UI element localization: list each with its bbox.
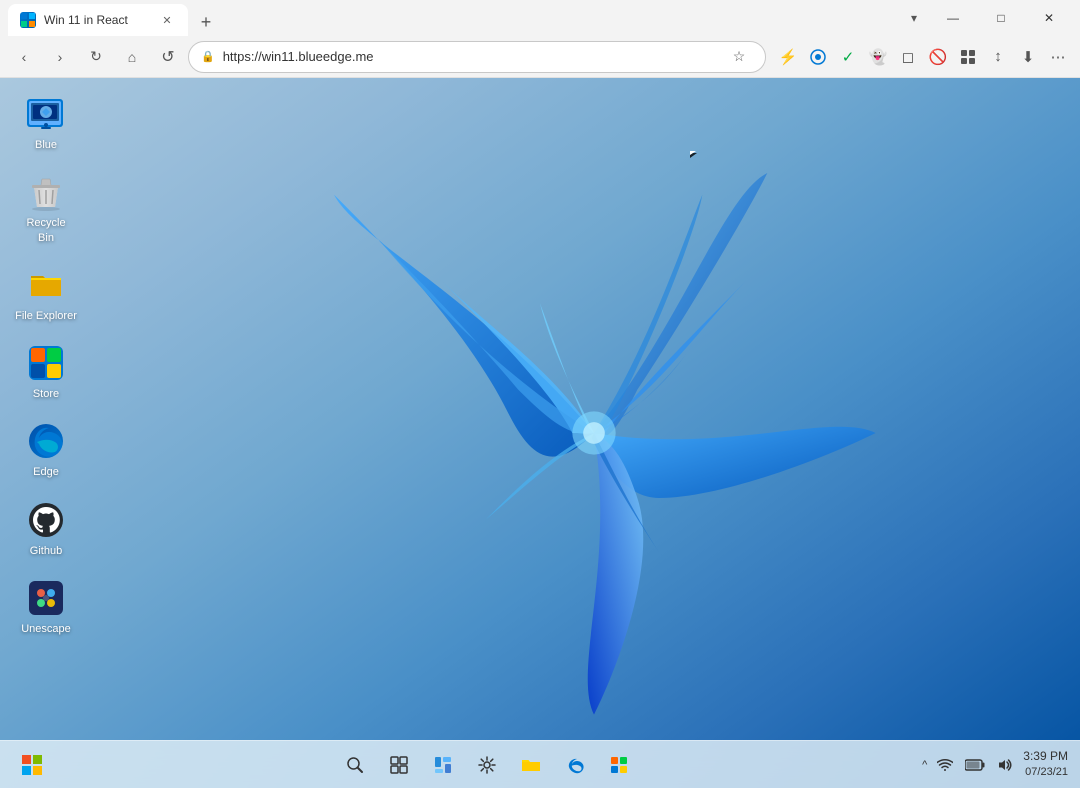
taskbar: ^ xyxy=(0,740,1080,788)
minimize-button[interactable]: — xyxy=(930,2,976,34)
settings-icon xyxy=(478,756,496,774)
tray-chevron-button[interactable]: ^ xyxy=(922,759,927,771)
desktop-icon-edge[interactable]: Edge xyxy=(10,415,82,485)
edge-icon-label: Edge xyxy=(33,465,59,479)
close-button[interactable]: ✕ xyxy=(1026,2,1072,34)
toolbar-lightning-icon[interactable]: ⚡ xyxy=(774,43,802,71)
browser-window: Win 11 in React ✕ + ▾ — □ ✕ ‹ › ↻ ⌂ ↺ 🔒 … xyxy=(0,0,1080,788)
desktop-icon-blue[interactable]: Blue xyxy=(10,88,82,158)
explorer-icon-image xyxy=(26,265,66,305)
file-explorer-taskbar-icon xyxy=(521,756,541,774)
github-icon-label: Github xyxy=(30,544,62,558)
explorer-icon-label: File Explorer xyxy=(15,309,77,323)
tab-title: Win 11 in React xyxy=(44,13,150,27)
volume-tray-icon[interactable] xyxy=(993,753,1017,777)
toolbar-no-icon[interactable]: 🚫 xyxy=(924,43,952,71)
tab-close-button[interactable]: ✕ xyxy=(158,11,176,29)
desktop-icons: Blue Recy xyxy=(10,88,82,642)
active-tab[interactable]: Win 11 in React ✕ xyxy=(8,4,188,36)
toolbar-copilot-icon[interactable] xyxy=(804,43,832,71)
url-text: https://win11.blueedge.me xyxy=(223,49,717,64)
toolbar-menu-button[interactable]: ⋯ xyxy=(1044,43,1072,71)
volume-icon xyxy=(997,758,1013,772)
clock-time: 3:39 PM xyxy=(1023,748,1068,765)
wallpaper-flower xyxy=(269,108,919,758)
desktop-icon-store[interactable]: Store xyxy=(10,337,82,407)
history-back-button[interactable]: ↺ xyxy=(152,41,184,73)
back-button[interactable]: ‹ xyxy=(8,41,40,73)
title-bar: Win 11 in React ✕ + ▾ — □ ✕ xyxy=(0,0,1080,36)
task-view-icon xyxy=(390,756,408,774)
settings-taskbar-button[interactable] xyxy=(467,745,507,785)
maximize-button[interactable]: □ xyxy=(978,2,1024,34)
new-tab-button[interactable]: + xyxy=(192,8,220,36)
toolbar-screenshot-icon[interactable]: ↕ xyxy=(984,43,1012,71)
forward-button[interactable]: › xyxy=(44,41,76,73)
lock-icon: 🔒 xyxy=(201,50,215,63)
store-taskbar-button[interactable] xyxy=(599,745,639,785)
recycle-icon-image xyxy=(26,172,66,212)
desktop-wallpaper: Blue Recy xyxy=(0,78,1080,788)
window-controls: — □ ✕ xyxy=(930,2,1072,34)
recycle-icon-label: Recycle Bin xyxy=(26,216,65,245)
webpage-content: Blue Recy xyxy=(0,78,1080,788)
store-icon-label: Store xyxy=(33,387,59,401)
toolbar-download-icon[interactable]: ⬇ xyxy=(1014,43,1042,71)
toolbar-copy-icon[interactable]: ◻ xyxy=(894,43,922,71)
nav-bar: ‹ › ↻ ⌂ ↺ 🔒 https://win11.blueedge.me ☆ … xyxy=(0,36,1080,78)
tab-favicon xyxy=(20,12,36,28)
toolbar-icons: ⚡ ✓ 👻 ◻ 🚫 ↕ ⬇ ⋯ xyxy=(774,43,1072,71)
tab-bar: Win 11 in React ✕ + xyxy=(8,0,898,36)
search-button[interactable] xyxy=(335,745,375,785)
search-icon xyxy=(346,756,364,774)
widgets-icon xyxy=(434,756,452,774)
mouse-cursor xyxy=(690,153,702,158)
battery-icon xyxy=(965,759,985,771)
reload-button[interactable]: ↻ xyxy=(80,41,112,73)
widgets-button[interactable] xyxy=(423,745,463,785)
system-clock[interactable]: 3:39 PM 07/23/21 xyxy=(1023,748,1068,780)
clock-date: 07/23/21 xyxy=(1023,765,1068,780)
battery-tray-icon[interactable] xyxy=(963,753,987,777)
windows-logo-icon xyxy=(22,755,42,775)
address-bar[interactable]: 🔒 https://win11.blueedge.me ☆ xyxy=(188,41,766,73)
store-taskbar-icon xyxy=(610,756,628,774)
edge-icon-image xyxy=(26,421,66,461)
unescape-icon-label: Unescape xyxy=(21,622,71,636)
wifi-icon xyxy=(937,758,953,772)
blue-icon-image xyxy=(26,94,66,134)
blue-icon-label: Blue xyxy=(35,138,57,152)
wifi-tray-icon[interactable] xyxy=(933,753,957,777)
bookmark-button[interactable]: ☆ xyxy=(725,43,753,71)
system-tray: ^ xyxy=(922,748,1068,780)
desktop-icon-recycle[interactable]: Recycle Bin xyxy=(10,166,82,251)
edge-taskbar-icon xyxy=(566,756,584,774)
toolbar-check-icon[interactable]: ✓ xyxy=(834,43,862,71)
taskbar-left xyxy=(12,745,52,785)
toolbar-extensions-icon[interactable] xyxy=(954,43,982,71)
tab-dropdown-button[interactable]: ▾ xyxy=(898,2,930,34)
github-icon-image xyxy=(26,500,66,540)
desktop-icon-unescape[interactable]: Unescape xyxy=(10,572,82,642)
home-button[interactable]: ⌂ xyxy=(116,41,148,73)
toolbar-ghost-icon[interactable]: 👻 xyxy=(864,43,892,71)
store-icon-image xyxy=(26,343,66,383)
desktop-icon-github[interactable]: Github xyxy=(10,494,82,564)
taskbar-center xyxy=(52,745,922,785)
task-view-button[interactable] xyxy=(379,745,419,785)
start-button[interactable] xyxy=(12,745,52,785)
file-explorer-taskbar-button[interactable] xyxy=(511,745,551,785)
edge-taskbar-button[interactable] xyxy=(555,745,595,785)
desktop-icon-explorer[interactable]: File Explorer xyxy=(10,259,82,329)
unescape-icon-image xyxy=(26,578,66,618)
